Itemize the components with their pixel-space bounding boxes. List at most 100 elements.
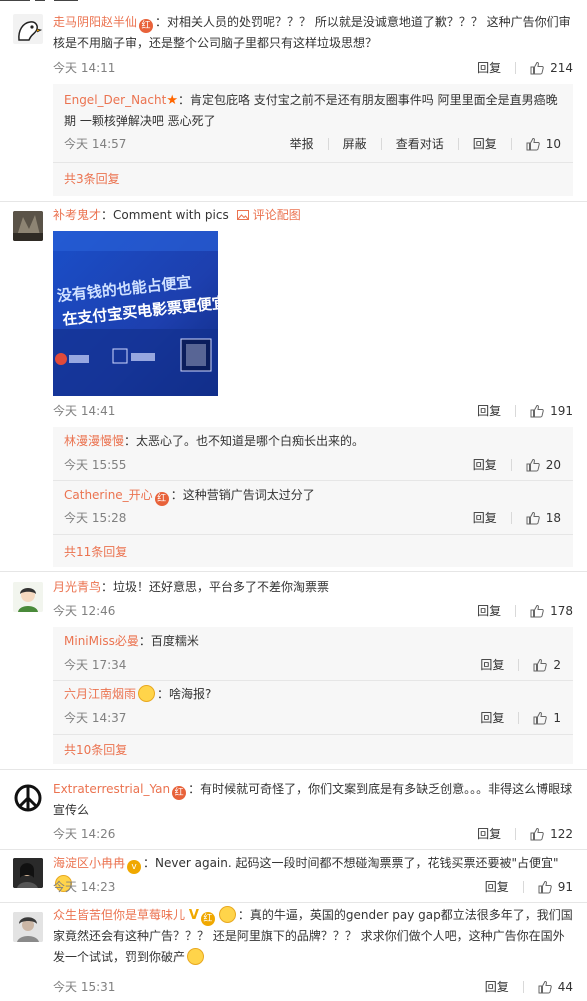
more-replies-link[interactable]: 共10条回复	[64, 741, 127, 758]
reply-button[interactable]: 回复	[485, 878, 509, 895]
comment-actions: 回复 122	[463, 825, 573, 842]
report-button[interactable]: 举报	[290, 135, 314, 152]
reply-time: 今天 14:37	[64, 711, 127, 725]
like-button[interactable]: 18	[526, 511, 561, 525]
divider	[53, 734, 573, 735]
reply-body: ：啥海报?	[157, 687, 212, 701]
reply-actions: 回复 18	[459, 509, 561, 526]
avatar[interactable]	[13, 858, 43, 888]
divider	[53, 534, 573, 535]
like-button[interactable]: 178	[530, 604, 573, 618]
emoji-icon	[218, 906, 236, 923]
like-button[interactable]: 44	[538, 980, 573, 994]
comment-photo[interactable]: 没有钱的也能占便宜 在支付宝买电影票更便宜	[53, 231, 218, 396]
divider	[510, 458, 512, 471]
reply-time: 今天 15:28	[64, 511, 127, 525]
reply-button[interactable]: 回复	[473, 509, 497, 526]
reply-text: MiniMiss必曼：百度糯米	[64, 631, 563, 652]
divider	[510, 137, 512, 150]
like-button[interactable]: 191	[530, 404, 573, 418]
star-icon: ★	[166, 93, 178, 108]
divider	[515, 604, 517, 617]
comment-text: Extraterrestrial_Yan 红：有时候就可奇怪了，你们文案到底是有多…	[53, 779, 573, 821]
reply-button[interactable]: 回复	[473, 135, 497, 152]
block-button[interactable]: 屏蔽	[343, 135, 367, 152]
divider	[522, 980, 524, 993]
comment-time: 今天 15:31	[53, 980, 116, 994]
like-button[interactable]: 10	[526, 137, 561, 151]
thumbs-up-icon	[530, 404, 544, 417]
thumbs-up-icon	[526, 511, 540, 524]
comment-actions: 回复 91	[471, 878, 573, 895]
reply-actions: 举报 屏蔽 查看对话 回复 10	[276, 135, 561, 152]
reply-username[interactable]: MiniMiss必曼	[64, 634, 139, 648]
thumbs-up-icon	[530, 604, 544, 617]
thumbs-up-icon	[526, 137, 540, 150]
top-cut-edge	[0, 0, 587, 4]
member-badge-icon: 红	[200, 912, 215, 926]
comment-actions: 回复 44	[471, 978, 573, 995]
avatar[interactable]	[13, 582, 43, 612]
reply-body: ：百度糯米	[138, 634, 199, 648]
reply-body: ：这种营销广告词太过分了	[170, 488, 315, 502]
verified-badge-icon: 红	[154, 492, 169, 506]
comment-time: 今天 14:41	[53, 404, 116, 418]
comment-body: ：Never again. 起码这一段时间都不想碰淘票票了，花钱买票还要被"占便…	[143, 856, 559, 870]
avatar[interactable]	[13, 912, 43, 942]
divider	[0, 201, 587, 202]
like-count: 91	[557, 879, 573, 894]
reply-button[interactable]: 回复	[477, 825, 501, 842]
emoji-icon	[138, 685, 156, 702]
reply-list: Engel_Der_Nacht★：肯定包庇咯 支付宝之前不是还有朋友圈事件吗 阿…	[53, 84, 573, 196]
comment-username[interactable]: 月光青鸟	[53, 580, 101, 594]
reply-username[interactable]: 六月江南烟雨	[64, 687, 136, 701]
reply-button[interactable]: 回复	[485, 978, 509, 995]
divider	[53, 680, 573, 681]
reply-button[interactable]: 回复	[480, 709, 504, 726]
avatar[interactable]	[13, 783, 43, 813]
thumbs-up-icon	[530, 61, 544, 74]
like-button[interactable]: 1	[533, 711, 561, 725]
like-button[interactable]: 122	[530, 827, 573, 841]
thumbs-up-icon	[530, 827, 544, 840]
like-button[interactable]: 2	[533, 658, 561, 672]
like-button[interactable]: 214	[530, 61, 573, 75]
reply-button[interactable]: 回复	[473, 456, 497, 473]
reply-button[interactable]: 回复	[477, 59, 501, 76]
vip-icon: V	[188, 908, 199, 923]
reply-username[interactable]: 林漫漫慢慢	[64, 434, 124, 448]
divider	[53, 480, 573, 481]
divider	[327, 137, 329, 150]
more-replies-link[interactable]: 共11条回复	[64, 543, 127, 560]
view-conversation-button[interactable]: 查看对话	[396, 135, 444, 152]
reply-actions: 回复 2	[466, 656, 561, 673]
comment-actions: 回复 178	[463, 602, 573, 619]
comment-pic-link-label: 评论配图	[252, 208, 301, 222]
divider	[0, 571, 587, 572]
reply-username[interactable]: Catherine_开心	[64, 488, 153, 502]
reply-button[interactable]: 回复	[480, 656, 504, 673]
comment-username[interactable]: 海淀区小冉冉	[53, 856, 125, 870]
comment-text: 众生皆苦但你是草莓味儿 V 红：真的牛逼，英国的gender pay gap都立法…	[53, 905, 573, 968]
reply-button[interactable]: 回复	[477, 402, 501, 419]
comment-body: ：垃圾！还好意思，平台多了不差你淘票票	[101, 580, 330, 594]
comment-body: ：Comment with pics	[101, 208, 229, 222]
comment-pic-link[interactable]: 评论配图	[236, 208, 301, 222]
comment-username[interactable]: Extraterrestrial_Yan	[53, 782, 170, 796]
reply-time: 今天 15:55	[64, 458, 127, 472]
divider	[380, 137, 382, 150]
like-button[interactable]: 20	[526, 458, 561, 472]
avatar[interactable]	[13, 211, 43, 241]
comment-username[interactable]: 补考鬼才	[53, 208, 101, 222]
comment-username[interactable]: 众生皆苦但你是草莓味儿	[53, 908, 185, 922]
reply-button[interactable]: 回复	[477, 602, 501, 619]
reply-actions: 回复 20	[459, 456, 561, 473]
more-replies-link[interactable]: 共3条回复	[64, 170, 120, 187]
comment-username[interactable]: 走马阴阳赵半仙	[53, 15, 137, 29]
like-button[interactable]: 91	[538, 880, 573, 894]
thumbs-up-icon	[538, 880, 552, 893]
comment-time: 今天 14:11	[53, 61, 116, 75]
reply-username[interactable]: Engel_Der_Nacht	[64, 93, 166, 107]
avatar[interactable]	[13, 14, 43, 44]
comment-actions: 回复 214	[463, 59, 573, 76]
